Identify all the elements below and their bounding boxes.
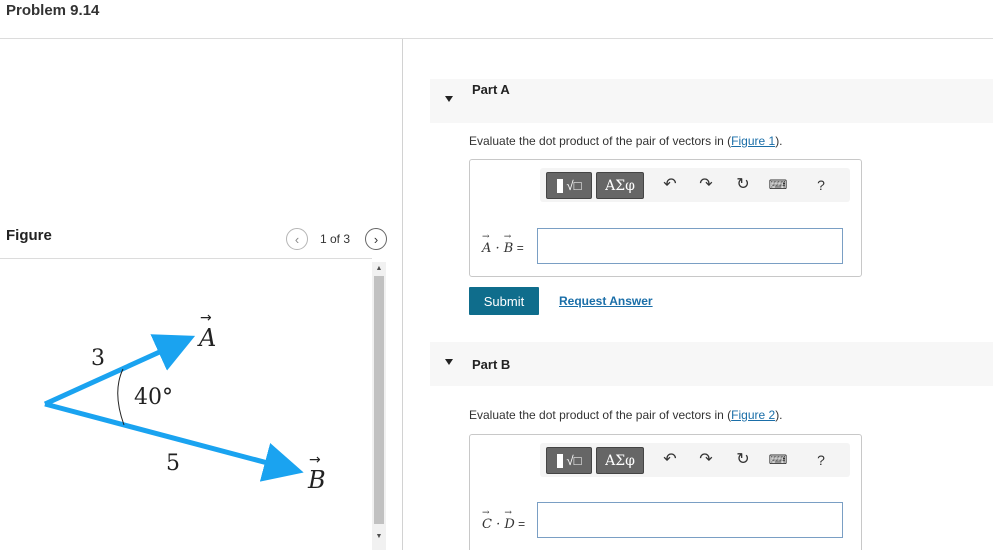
figure-next-button[interactable]: › [365, 228, 387, 250]
caret-down-icon [445, 359, 453, 365]
redo-icon[interactable]: ↷ [696, 450, 716, 470]
vector-a-symbol: A [482, 232, 491, 256]
part-b-prompt-suffix: ). [775, 408, 783, 422]
dot-operator: · [491, 517, 505, 532]
part-b-answer-box: √□ ΑΣφ ↶ ↷ ↻ ⌨ ? C · D = [469, 434, 862, 550]
chevron-left-icon: ‹ [294, 231, 300, 247]
scroll-down-arrow-icon[interactable]: ▼ [372, 530, 386, 544]
part-a-toolbar: √□ ΑΣφ ↶ ↷ ↻ ⌨ ? [540, 168, 850, 202]
vector-b-overarrow: → [309, 452, 321, 468]
scroll-up-arrow-icon[interactable]: ▲ [372, 262, 386, 276]
vector-c-symbol: C [482, 508, 492, 532]
figure-counter: 1 of 3 [320, 232, 351, 246]
greek-symbols-button[interactable]: ΑΣφ [596, 172, 644, 199]
part-b-title: Part B [472, 357, 511, 372]
part-a-answer-input[interactable] [537, 228, 843, 264]
templates-label: √□ [566, 178, 582, 193]
part-a-prompt-text: Evaluate the dot product of the pair of … [469, 134, 732, 148]
help-button[interactable]: ? [811, 175, 831, 195]
redo-icon[interactable]: ↷ [696, 175, 716, 195]
figure-1-link[interactable]: Figure 1 [731, 134, 775, 148]
part-a-prompt: Evaluate the dot product of the pair of … [469, 134, 783, 148]
part-a-answer-box: √□ ΑΣφ ↶ ↷ ↻ ⌨ ? A · B = [469, 159, 862, 277]
templates-button[interactable]: √□ [546, 172, 592, 199]
part-b-header[interactable]: Part B [430, 342, 993, 386]
part-a-expression: A · B = [482, 232, 524, 256]
vector-a-overarrow: → [200, 310, 212, 326]
reset-icon[interactable]: ↻ [733, 450, 753, 470]
request-answer-link[interactable]: Request Answer [559, 294, 653, 308]
header-divider [0, 38, 993, 39]
help-button[interactable]: ? [811, 450, 831, 470]
keyboard-icon[interactable]: ⌨ [768, 175, 788, 195]
part-b-prompt-text: Evaluate the dot product of the pair of … [469, 408, 732, 422]
equals-sign: = [514, 517, 526, 531]
angle-label: 40° [134, 385, 173, 410]
part-a-prompt-suffix: ). [775, 134, 783, 148]
figure-scrollbar[interactable]: ▲ ▼ [372, 262, 386, 550]
magnitude-b-label: 5 [166, 451, 180, 476]
submit-button[interactable]: Submit [469, 287, 539, 315]
keyboard-icon[interactable]: ⌨ [768, 450, 788, 470]
figure-label: Figure [6, 227, 52, 244]
vector-b-symbol: B [504, 232, 514, 256]
angle-arc [117, 368, 125, 426]
part-b-prompt: Evaluate the dot product of the pair of … [469, 408, 783, 422]
vector-figure: 40° 3 5 A → B → [43, 310, 326, 494]
templates-label: √□ [566, 453, 582, 468]
part-b-toolbar: √□ ΑΣφ ↶ ↷ ↻ ⌨ ? [540, 443, 850, 477]
chevron-right-icon: › [373, 231, 379, 247]
magnitude-a-label: 3 [91, 346, 105, 371]
equals-sign: = [513, 241, 524, 255]
figure-2-link[interactable]: Figure 2 [731, 408, 775, 422]
vector-b-label: B [307, 466, 326, 494]
templates-button[interactable]: √□ [546, 447, 592, 474]
template-block-icon [556, 178, 563, 193]
part-b-expression: C · D = [482, 508, 526, 532]
part-a-title: Part A [472, 82, 510, 97]
dot-operator: · [491, 241, 504, 256]
greek-symbols-button[interactable]: ΑΣφ [596, 447, 644, 474]
reset-icon[interactable]: ↻ [733, 175, 753, 195]
page-title: Problem 9.14 [6, 2, 100, 19]
undo-icon[interactable]: ↶ [660, 450, 680, 470]
vector-d-symbol: D [504, 508, 514, 532]
scroll-thumb[interactable] [374, 276, 384, 524]
figure-divider [0, 258, 372, 259]
part-b-answer-input[interactable] [537, 502, 843, 538]
template-block-icon [556, 453, 563, 468]
part-a-header[interactable]: Part A [430, 79, 993, 123]
undo-icon[interactable]: ↶ [660, 175, 680, 195]
vector-a-label: A [197, 324, 216, 352]
caret-down-icon [445, 96, 453, 102]
figure-prev-button[interactable]: ‹ [286, 228, 308, 250]
column-divider [402, 39, 403, 550]
